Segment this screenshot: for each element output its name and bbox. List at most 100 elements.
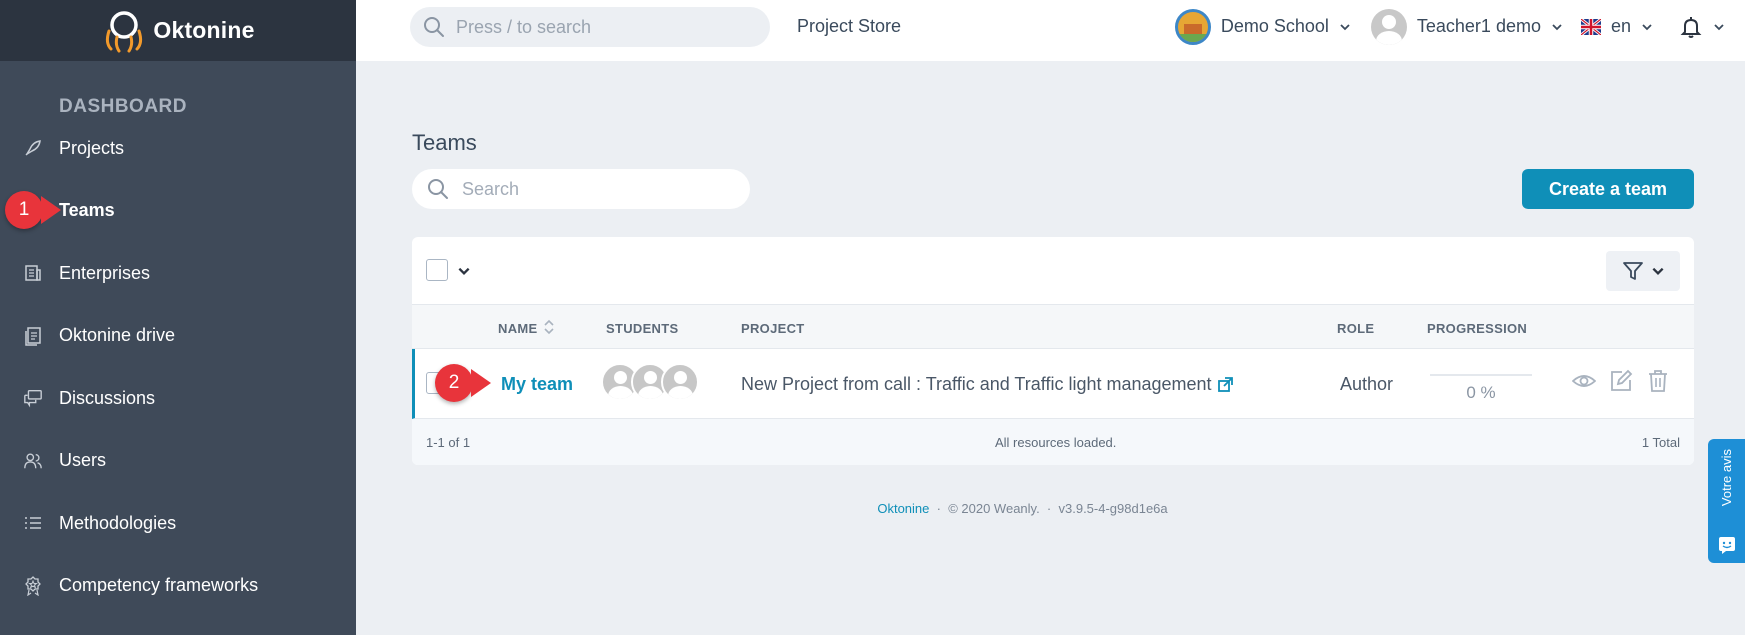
avatar: [1370, 8, 1407, 45]
table-header: NAME STUDENTS PROJECT ROLE PROGRESSION: [412, 305, 1694, 349]
sidebar-item-label: Users: [59, 450, 107, 471]
rocket-icon: [23, 138, 43, 158]
total-count: 1 Total: [1641, 435, 1680, 450]
user-menu[interactable]: Teacher1 demo: [1370, 8, 1563, 45]
uk-flag-icon: [1580, 18, 1601, 35]
edit-icon[interactable]: [1609, 369, 1633, 393]
progress-bar: [1430, 374, 1532, 376]
project-link[interactable]: New Project from call : Traffic and Traf…: [741, 374, 1233, 395]
column-header-name[interactable]: NAME: [498, 321, 537, 336]
table-toolbar: [412, 237, 1694, 305]
external-link-icon: [1217, 377, 1233, 392]
annotation-arrow-icon: [41, 196, 61, 224]
smiley-chat-icon: [1718, 537, 1735, 554]
footer-brand-link[interactable]: Oktonine: [877, 501, 929, 516]
sort-icon[interactable]: [543, 318, 555, 336]
school-name: Demo School: [1220, 16, 1329, 36]
filter-icon: [1623, 262, 1643, 280]
team-search-input[interactable]: [462, 178, 732, 200]
team-search[interactable]: [412, 169, 750, 209]
footer-version: v3.9.5-4-g98d1e6a: [1058, 501, 1168, 516]
chevron-down-icon: [1340, 23, 1350, 30]
sidebar-item-label: Projects: [59, 137, 125, 158]
role-value: Author: [1340, 374, 1394, 394]
language-selector[interactable]: en: [1580, 16, 1653, 37]
octopus-logo-icon: [106, 10, 143, 52]
chevron-down-icon: [1714, 23, 1724, 30]
sidebar-item-label: Discussions: [59, 387, 156, 408]
row-actions: [1572, 369, 1670, 393]
progress: 0 %: [1430, 374, 1532, 403]
column-header-role: ROLE: [1337, 321, 1375, 336]
footer-separator: ·: [936, 501, 941, 516]
footer-separator: ·: [1046, 501, 1052, 516]
notifications[interactable]: [1679, 15, 1725, 39]
discussion-icon: [23, 388, 43, 408]
sidebar-item-enterprises[interactable]: Enterprises: [0, 242, 356, 305]
eye-icon[interactable]: [1572, 369, 1596, 393]
language-label: en: [1610, 16, 1631, 36]
annotation-number: 2: [448, 372, 460, 393]
column-header-students: STUDENTS: [606, 321, 679, 336]
column-label: NAME: [498, 321, 538, 336]
annotation-number: 1: [18, 199, 30, 220]
sidebar-nav: Projects Teams Enterprises Oktonine driv…: [0, 117, 356, 617]
table-row[interactable]: My team New Project from call : Traffic …: [412, 349, 1694, 419]
filter-button[interactable]: [1606, 251, 1680, 291]
column-header-project: PROJECT: [741, 321, 805, 336]
annotation-arrow-icon: [471, 369, 491, 397]
sidebar-item-label: Enterprises: [59, 262, 151, 283]
sidebar-section-title: DASHBOARD: [59, 96, 187, 117]
global-search[interactable]: [410, 7, 770, 47]
annotation-badge-2: 2: [435, 364, 473, 402]
feedback-label: Votre avis: [1719, 449, 1734, 507]
sidebar: Oktonine DASHBOARD Projects Teams Enterp…: [0, 0, 356, 635]
page-footer: Oktonine · © 2020 Weanly. · v3.9.5-4-g98…: [0, 501, 1745, 516]
feedback-tab[interactable]: Votre avis: [1708, 439, 1745, 563]
project-store-link[interactable]: Project Store: [797, 16, 901, 37]
table-footer: 1-1 of 1 All resources loaded. 1 Total: [412, 419, 1694, 465]
chevron-down-icon[interactable]: [457, 264, 471, 278]
page-title: Teams: [412, 130, 477, 155]
teams-table: NAME STUDENTS PROJECT ROLE PROGRESSION M…: [412, 237, 1694, 465]
sidebar-item-label: Oktonine drive: [59, 325, 176, 346]
sidebar-item-drive[interactable]: Oktonine drive: [0, 305, 356, 368]
progress-value: 0 %: [1466, 383, 1496, 402]
drive-icon: [23, 326, 43, 346]
topbar-right: Demo School Teacher1 demo en: [1174, 0, 1725, 53]
column-header-progression: PROGRESSION: [1427, 321, 1528, 336]
global-search-input[interactable]: [456, 16, 746, 38]
sidebar-item-discussions[interactable]: Discussions: [0, 367, 356, 430]
sidebar-item-label: Competency frameworks: [59, 575, 259, 596]
sidebar-item-users[interactable]: Users: [0, 430, 356, 493]
search-icon: [428, 179, 448, 199]
school-selector[interactable]: Demo School: [1174, 8, 1351, 45]
search-icon: [424, 17, 444, 37]
pagination-range: 1-1 of 1: [426, 435, 471, 450]
bell-icon: [1680, 16, 1702, 38]
chevron-down-icon: [1642, 23, 1652, 30]
select-all-checkbox[interactable]: [426, 259, 448, 281]
trash-icon[interactable]: [1646, 369, 1670, 393]
list-icon: [23, 513, 43, 533]
school-avatar: [1174, 8, 1211, 45]
student-avatars[interactable]: [601, 363, 699, 401]
users-icon: [23, 451, 43, 471]
user-name: Teacher1 demo: [1416, 16, 1541, 36]
avatar: [661, 363, 699, 401]
badge-icon: [23, 575, 43, 596]
enterprise-icon: [23, 263, 43, 283]
chevron-down-icon: [1552, 23, 1562, 30]
chevron-down-icon: [1652, 267, 1664, 275]
project-name: New Project from call : Traffic and Traf…: [741, 374, 1212, 394]
sidebar-item-label: Teams: [59, 200, 115, 221]
logo-text: Oktonine: [153, 17, 255, 43]
annotation-badge-1: 1: [5, 191, 43, 229]
sidebar-item-competency[interactable]: Competency frameworks: [0, 555, 356, 618]
logo[interactable]: Oktonine: [0, 0, 356, 61]
team-name-link[interactable]: My team: [501, 374, 573, 395]
sidebar-item-projects[interactable]: Projects: [0, 117, 356, 180]
load-status: All resources loaded.: [995, 435, 1117, 450]
footer-copyright: © 2020 Weanly.: [948, 501, 1040, 516]
create-team-button[interactable]: Create a team: [1522, 169, 1694, 209]
